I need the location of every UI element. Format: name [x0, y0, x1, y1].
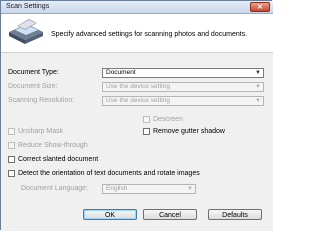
unsharp-mask-box [8, 128, 15, 135]
chevron-down-icon: ▼ [255, 70, 261, 76]
close-icon: ✕ [257, 4, 263, 11]
document-language-select[interactable]: English ▼ [102, 184, 196, 194]
reduce-show-through-checkbox[interactable]: Reduce Show-through [8, 142, 88, 149]
document-language-value: English [106, 185, 128, 192]
detect-orientation-label: Detect the orientation of text documents… [18, 170, 200, 177]
reduce-show-through-box [8, 142, 15, 149]
title-bar: Scan Settings ✕ [1, 1, 273, 14]
correct-slanted-checkbox[interactable]: Correct slanted document [8, 156, 98, 163]
chevron-down-icon: ▼ [255, 84, 261, 90]
scanning-resolution-select[interactable]: Use the device setting ▼ [102, 96, 264, 106]
chevron-down-icon: ▼ [255, 98, 261, 104]
document-type-label: Document Type: [8, 69, 59, 76]
scanner-icon [9, 19, 43, 44]
document-size-label: Document Size: [8, 83, 58, 90]
cancel-button[interactable]: Cancel [143, 209, 197, 220]
document-language-label: Document Language: [21, 185, 88, 192]
ok-button[interactable]: OK [83, 209, 137, 220]
detect-orientation-box [8, 170, 15, 177]
chevron-down-icon: ▼ [187, 186, 193, 192]
scan-settings-dialog: Scan Settings ✕ Specify advanced setting… [0, 0, 273, 231]
scanning-resolution-label: Scanning Resolution: [8, 97, 75, 104]
remove-gutter-shadow-label: Remove gutter shadow [153, 128, 225, 135]
correct-slanted-box [8, 156, 15, 163]
descreen-box [143, 116, 150, 123]
descreen-checkbox[interactable]: Descreen [143, 116, 183, 123]
close-button[interactable]: ✕ [250, 2, 270, 12]
unsharp-mask-checkbox[interactable]: Unsharp Mask [8, 128, 63, 135]
correct-slanted-label: Correct slanted document [18, 156, 99, 163]
document-size-value: Use the device setting [106, 83, 170, 90]
descreen-label: Descreen [153, 116, 183, 123]
document-type-value: Document [106, 69, 136, 76]
window-title: Scan Settings [6, 3, 50, 10]
document-type-select[interactable]: Document ▼ [102, 68, 264, 78]
document-size-select[interactable]: Use the device setting ▼ [102, 82, 264, 92]
header-description: Specify advanced settings for scanning p… [51, 31, 248, 38]
reduce-show-through-label: Reduce Show-through [18, 142, 88, 149]
remove-gutter-shadow-box [143, 128, 150, 135]
header-area: Specify advanced settings for scanning p… [1, 14, 273, 53]
unsharp-mask-label: Unsharp Mask [18, 128, 64, 135]
scanning-resolution-value: Use the device setting [106, 97, 170, 104]
defaults-button[interactable]: Defaults [208, 209, 262, 220]
remove-gutter-shadow-checkbox[interactable]: Remove gutter shadow [143, 128, 225, 135]
detect-orientation-checkbox[interactable]: Detect the orientation of text documents… [8, 170, 200, 177]
dialog-content: Specify advanced settings for scanning p… [1, 14, 273, 231]
